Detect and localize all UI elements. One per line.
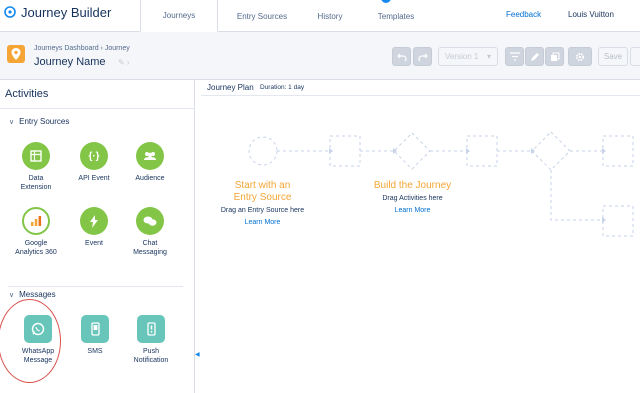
activity-label: Data Extension bbox=[20, 175, 52, 191]
messages-title: Messages bbox=[19, 290, 56, 299]
lightning-icon bbox=[80, 207, 108, 235]
entry-sources-title: Entry Sources bbox=[19, 117, 70, 126]
activity-placeholder bbox=[466, 135, 498, 167]
tab-history[interactable]: History bbox=[307, 0, 353, 32]
activity-data-extension[interactable]: Data Extension bbox=[8, 142, 64, 192]
activity-label: Event bbox=[85, 240, 103, 247]
activity-placeholder bbox=[602, 135, 634, 167]
entry-sources-header[interactable]: ∨ Entry Sources bbox=[9, 117, 69, 126]
filter-button[interactable] bbox=[505, 47, 524, 66]
activity-push-notification[interactable]: Push Notification bbox=[123, 315, 179, 365]
pencil-icon bbox=[530, 52, 539, 61]
activity-label: API Event bbox=[78, 175, 110, 182]
entry-placeholder-circle bbox=[248, 136, 278, 166]
activities-dropzone[interactable]: Build the Journey Drag Activities here L… bbox=[360, 180, 465, 214]
save-button[interactable]: Save bbox=[598, 47, 628, 66]
chevron-down-icon: ∨ bbox=[9, 118, 15, 126]
messages-header[interactable]: ∨ Messages bbox=[9, 290, 56, 299]
activity-api-event[interactable]: {·} API Event bbox=[66, 142, 122, 183]
tab-journeys[interactable]: Journeys bbox=[140, 0, 218, 33]
canvas-duration: Duration: 1 day bbox=[260, 84, 305, 91]
activity-chat-messaging[interactable]: Chat Messaging bbox=[122, 207, 178, 257]
build-cta-subtitle: Drag Activities here bbox=[382, 195, 443, 202]
activity-label: Audience bbox=[135, 175, 165, 182]
user-menu[interactable]: Louis Vuitton bbox=[568, 0, 614, 28]
people-icon bbox=[136, 142, 164, 170]
highlight-circle bbox=[0, 299, 61, 383]
connector-line bbox=[550, 170, 602, 221]
undo-button[interactable] bbox=[392, 47, 411, 66]
entry-cta-subtitle: Drag an Entry Source here bbox=[220, 207, 305, 214]
journey-name[interactable]: Journey Name bbox=[34, 56, 106, 68]
entry-learn-more-link[interactable]: Learn More bbox=[205, 219, 320, 226]
phone-icon bbox=[81, 315, 109, 343]
decision-placeholder bbox=[393, 132, 431, 170]
bar-chart-icon bbox=[22, 207, 50, 235]
canvas-title: Journey Plan bbox=[207, 83, 254, 92]
entry-source-dropzone[interactable]: Start with an Entry Source Drag an Entry… bbox=[205, 180, 320, 226]
decision-placeholder bbox=[531, 131, 571, 171]
push-icon bbox=[137, 315, 165, 343]
copy-icon bbox=[550, 52, 559, 61]
more-button[interactable] bbox=[630, 47, 640, 66]
panel-divider bbox=[0, 108, 195, 109]
activity-label: SMS bbox=[87, 348, 103, 355]
version-select[interactable]: Version 1 ▾ bbox=[438, 47, 498, 66]
chevron-down-icon: ∨ bbox=[9, 291, 15, 299]
activity-label: Push Notification bbox=[133, 348, 169, 364]
chat-icon bbox=[136, 207, 164, 235]
activity-event[interactable]: Event bbox=[66, 207, 122, 248]
undo-icon bbox=[396, 53, 407, 61]
gear-icon bbox=[575, 52, 585, 61]
location-pin-icon bbox=[7, 45, 25, 63]
collapse-panel-icon[interactable]: ◀ bbox=[195, 351, 200, 358]
top-nav: Journey Builder Journeys Entry Sources H… bbox=[0, 0, 640, 33]
activities-title: Activities bbox=[5, 88, 49, 100]
breadcrumb[interactable]: Journeys Dashboard › Journey bbox=[34, 45, 130, 52]
build-cta-title: Build the Journey bbox=[373, 180, 452, 191]
app-title: Journey Builder bbox=[21, 5, 112, 20]
activity-placeholder bbox=[329, 135, 361, 167]
braces-icon: {·} bbox=[80, 142, 108, 170]
activity-google-analytics[interactable]: Google Analytics 360 bbox=[8, 207, 64, 257]
activity-placeholder bbox=[602, 205, 634, 237]
settings-button[interactable] bbox=[568, 47, 592, 66]
edit-pencil-icon[interactable]: ✎ › bbox=[118, 58, 130, 67]
edit-button[interactable] bbox=[525, 47, 544, 66]
filter-icon bbox=[509, 52, 520, 61]
entry-cta-title: Start with an Entry Source bbox=[233, 180, 292, 203]
feedback-link[interactable]: Feedback bbox=[506, 0, 541, 28]
chevron-down-icon: ▾ bbox=[486, 52, 491, 61]
activity-sms[interactable]: SMS bbox=[67, 315, 123, 356]
redo-button[interactable] bbox=[413, 47, 432, 66]
section-divider bbox=[8, 286, 183, 287]
version-label: Version 1 bbox=[445, 52, 479, 61]
tab-templates[interactable]: Templates bbox=[367, 0, 425, 32]
activity-label: Google Analytics 360 bbox=[15, 240, 57, 256]
copy-button[interactable] bbox=[545, 47, 564, 66]
activity-audience[interactable]: Audience bbox=[122, 142, 178, 183]
table-icon bbox=[22, 142, 50, 170]
canvas-header: Journey Plan Duration: 1 day bbox=[201, 80, 640, 95]
tab-entry-sources[interactable]: Entry Sources bbox=[224, 0, 300, 32]
redo-icon bbox=[417, 53, 428, 61]
journey-canvas[interactable] bbox=[201, 96, 640, 393]
journey-builder-icon bbox=[4, 6, 16, 18]
build-learn-more-link[interactable]: Learn More bbox=[360, 207, 465, 214]
activity-label: Chat Messaging bbox=[133, 240, 167, 256]
